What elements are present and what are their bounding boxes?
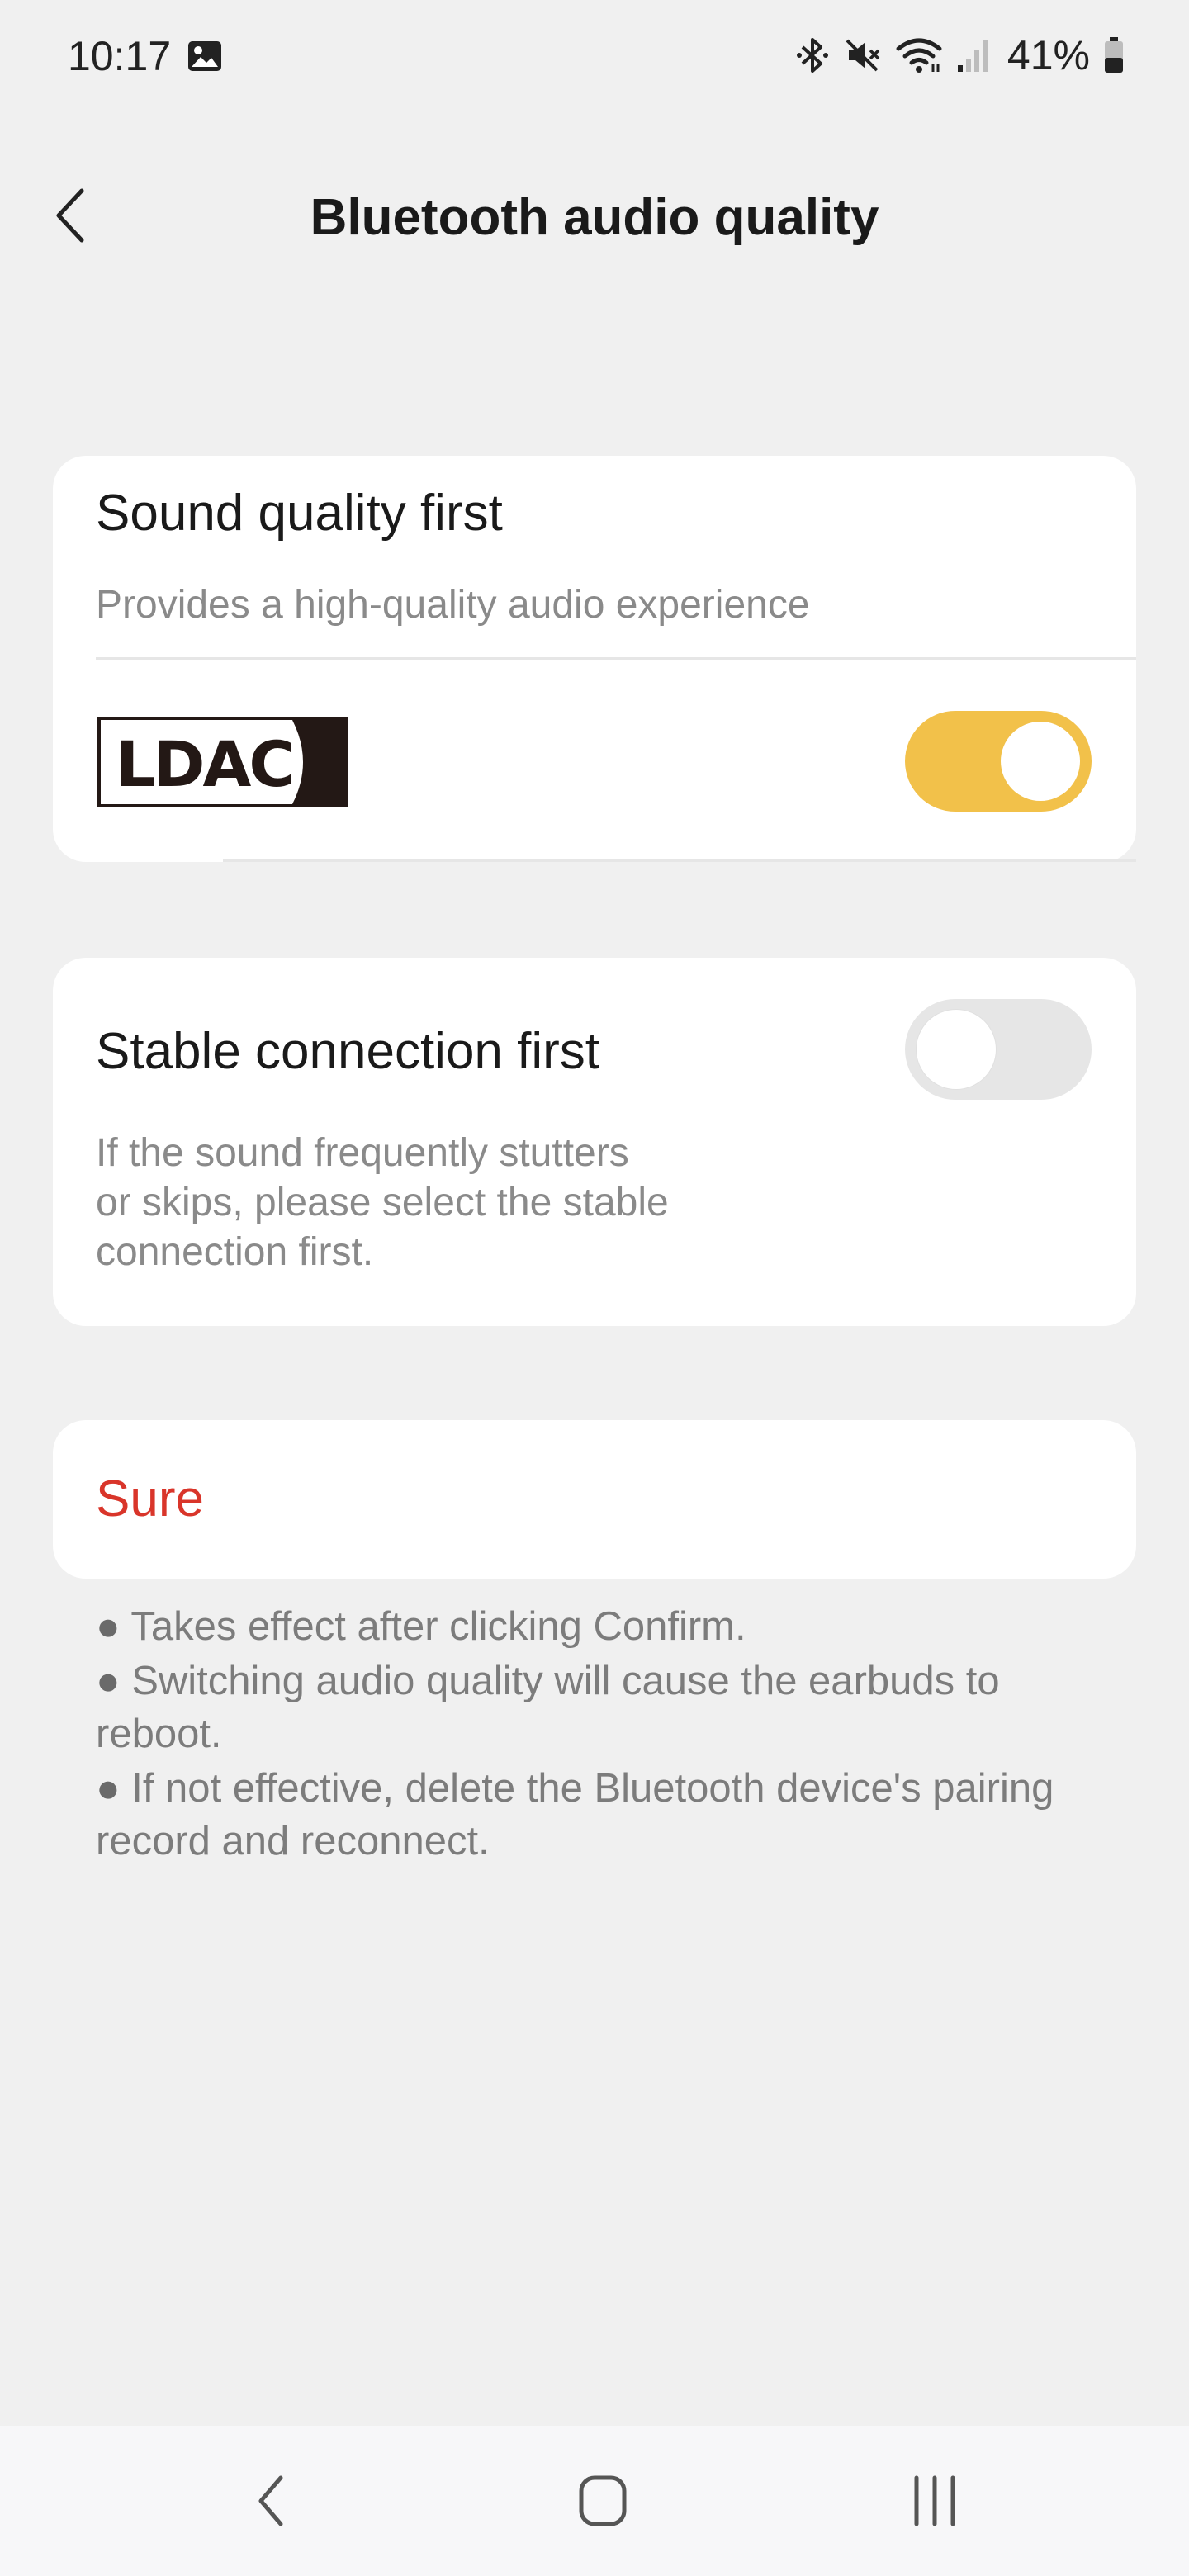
note-item: ● If not effective, delete the Bluetooth… bbox=[96, 1762, 1128, 1868]
sound-quality-title: Sound quality first bbox=[96, 485, 503, 542]
bullet-icon: ● bbox=[96, 1659, 132, 1703]
stable-connection-title: Stable connection first bbox=[96, 1023, 600, 1080]
nav-home-icon bbox=[579, 2475, 627, 2526]
ldac-logo-text: LDAC bbox=[116, 727, 292, 801]
divider bbox=[96, 657, 1136, 660]
sound-quality-toggle[interactable] bbox=[905, 711, 1092, 812]
status-bar: 10:17 41% bbox=[0, 0, 1189, 112]
note-text: Switching audio quality will cause the e… bbox=[96, 1659, 1000, 1756]
notes-list: ● Takes effect after clicking Confirm. ●… bbox=[96, 1600, 1128, 1869]
navigation-bar bbox=[0, 2426, 1189, 2576]
bullet-icon: ● bbox=[96, 1766, 132, 1811]
toggle-knob bbox=[917, 1010, 996, 1089]
note-item: ● Switching audio quality will cause the… bbox=[96, 1655, 1128, 1760]
stable-connection-description-line: or skips, please select the stable bbox=[96, 1181, 669, 1224]
wifi-icon bbox=[896, 38, 942, 73]
battery-icon bbox=[1105, 37, 1123, 73]
toggle-knob bbox=[1001, 722, 1080, 801]
bluetooth-icon bbox=[796, 38, 828, 73]
bullet-icon: ● bbox=[96, 1604, 131, 1649]
sound-quality-description: Provides a high-quality audio experience bbox=[96, 583, 810, 627]
nav-recents-button[interactable] bbox=[860, 2426, 1009, 2576]
page-title: Bluetooth audio quality bbox=[310, 189, 879, 246]
battery-percentage: 41% bbox=[1007, 32, 1090, 78]
nav-recents-icon bbox=[914, 2475, 955, 2526]
note-text: If not effective, delete the Bluetooth d… bbox=[96, 1766, 1054, 1863]
divider bbox=[223, 859, 1136, 862]
nav-back-icon bbox=[258, 2475, 283, 2526]
ldac-logo: LDAC bbox=[97, 717, 348, 807]
gallery-icon bbox=[188, 41, 221, 71]
nav-home-button[interactable] bbox=[528, 2426, 677, 2576]
sure-label: Sure bbox=[96, 1470, 204, 1527]
stable-connection-description-line: If the sound frequently stutters bbox=[96, 1131, 629, 1175]
note-item: ● Takes effect after clicking Confirm. bbox=[96, 1600, 1128, 1653]
sure-button[interactable]: Sure bbox=[53, 1420, 1136, 1579]
sound-quality-card[interactable]: Sound quality first Provides a high-qual… bbox=[53, 456, 1136, 862]
stable-connection-toggle[interactable] bbox=[905, 999, 1092, 1100]
signal-icon bbox=[957, 40, 988, 72]
note-text: Takes effect after clicking Confirm. bbox=[130, 1604, 746, 1649]
status-time: 10:17 bbox=[68, 33, 172, 79]
stable-connection-description-line: connection first. bbox=[96, 1230, 374, 1274]
mute-icon bbox=[846, 39, 880, 72]
nav-back-button[interactable] bbox=[197, 2426, 345, 2576]
stable-connection-card[interactable]: Stable connection first If the sound fre… bbox=[53, 958, 1136, 1326]
status-icons: 41% bbox=[796, 28, 1125, 83]
